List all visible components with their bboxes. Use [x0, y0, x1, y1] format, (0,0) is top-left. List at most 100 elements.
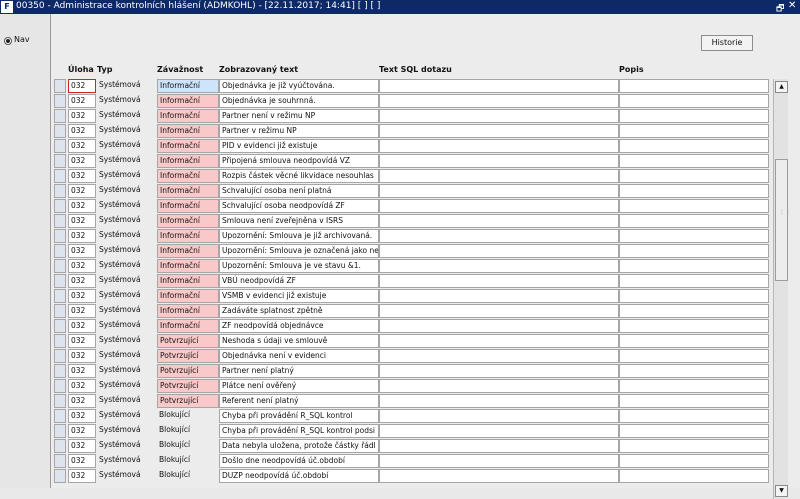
table-row[interactable]: 032 Systémová Informační Připojená smlouva … — [51, 154, 771, 168]
zavaznost-cell[interactable]: Informační — [157, 79, 219, 93]
sql-cell[interactable] — [379, 109, 619, 123]
popis-cell[interactable] — [619, 229, 769, 243]
text-cell[interactable]: VSMB v evidenci již existuje — [219, 289, 379, 303]
close-window-icon[interactable]: ✕ — [788, 0, 798, 11]
typ-cell[interactable]: Systémová — [97, 364, 157, 376]
sql-cell[interactable] — [379, 304, 619, 318]
text-cell[interactable]: Schvalující osoba není platná — [219, 184, 379, 198]
row-selector[interactable] — [54, 94, 66, 108]
uloha-cell[interactable]: 032 — [68, 94, 96, 108]
row-selector[interactable] — [54, 259, 66, 273]
sql-cell[interactable] — [379, 184, 619, 198]
text-cell[interactable]: Došlo dne neodpovídá úč.období — [219, 454, 379, 468]
uloha-cell[interactable]: 032 — [68, 244, 96, 258]
zavaznost-cell[interactable]: Potvrzující — [157, 364, 219, 378]
text-cell[interactable]: Upozornění: Smlouva je označená jako ne — [219, 244, 379, 258]
popis-cell[interactable] — [619, 469, 769, 483]
uloha-cell[interactable]: 032 — [68, 454, 96, 468]
popis-cell[interactable] — [619, 424, 769, 438]
table-row[interactable]: 032 Systémová Informační Smlouva není zveře… — [51, 214, 771, 228]
typ-cell[interactable]: Systémová — [97, 454, 157, 466]
zavaznost-cell[interactable]: Blokující — [157, 469, 217, 481]
zavaznost-cell[interactable]: Informační — [157, 154, 219, 168]
table-row[interactable]: 032 Systémová Informační Partner není v rež… — [51, 109, 771, 123]
zavaznost-cell[interactable]: Potvrzující — [157, 334, 219, 348]
typ-cell[interactable]: Systémová — [97, 94, 157, 106]
zavaznost-cell[interactable]: Blokující — [157, 454, 217, 466]
text-cell[interactable]: Upozornění: Smlouva je ve stavu &1. — [219, 259, 379, 273]
text-cell[interactable]: Upozornění: Smlouva je již archivovaná. — [219, 229, 379, 243]
row-selector[interactable] — [54, 79, 66, 93]
text-cell[interactable]: PID v evidenci již existuje — [219, 139, 379, 153]
popis-cell[interactable] — [619, 439, 769, 453]
zavaznost-cell[interactable]: Informační — [157, 214, 219, 228]
table-row[interactable]: 032 Systémová Informační Objednávka je souh… — [51, 94, 771, 108]
table-row[interactable]: 032 Systémová Informační Upozornění: Smlouv… — [51, 259, 771, 273]
table-row[interactable]: 032 Systémová Informační Partner v režimu N… — [51, 124, 771, 138]
popis-cell[interactable] — [619, 349, 769, 363]
typ-cell[interactable]: Systémová — [97, 349, 157, 361]
table-row[interactable]: 032 Systémová Informační VSMB v evidenci ji… — [51, 289, 771, 303]
zavaznost-cell[interactable]: Informační — [157, 124, 219, 138]
uloha-cell[interactable]: 032 — [68, 334, 96, 348]
uloha-cell[interactable]: 032 — [68, 424, 96, 438]
row-selector[interactable] — [54, 229, 66, 243]
text-cell[interactable]: Data nebyla uložena, protože částky řádl — [219, 439, 379, 453]
sql-cell[interactable] — [379, 454, 619, 468]
row-selector[interactable] — [54, 274, 66, 288]
typ-cell[interactable]: Systémová — [97, 334, 157, 346]
typ-cell[interactable]: Systémová — [97, 244, 157, 256]
scroll-up-icon[interactable]: ▲ — [775, 81, 788, 93]
uloha-cell[interactable]: 032 — [68, 124, 96, 138]
sql-cell[interactable] — [379, 469, 619, 483]
text-cell[interactable]: Neshoda s údaji ve smlouvě — [219, 334, 379, 348]
uloha-cell[interactable]: 032 — [68, 109, 96, 123]
sql-cell[interactable] — [379, 379, 619, 393]
table-row[interactable]: 032 Systémová Informační Upozornění: Smlouv… — [51, 229, 771, 243]
scroll-down-icon[interactable]: ▼ — [775, 485, 788, 497]
zavaznost-cell[interactable]: Blokující — [157, 439, 217, 451]
row-selector[interactable] — [54, 334, 66, 348]
sql-cell[interactable] — [379, 289, 619, 303]
row-selector[interactable] — [54, 244, 66, 258]
uloha-cell[interactable]: 032 — [68, 469, 96, 483]
table-row[interactable]: 032 Systémová Informační ZF neodpovídá obje… — [51, 319, 771, 333]
uloha-cell[interactable]: 032 — [68, 139, 96, 153]
table-row[interactable]: 032 Systémová Potvrzující Objednávka není v… — [51, 349, 771, 363]
zavaznost-cell[interactable]: Informační — [157, 274, 219, 288]
popis-cell[interactable] — [619, 214, 769, 228]
typ-cell[interactable]: Systémová — [97, 184, 157, 196]
uloha-cell[interactable]: 032 — [68, 259, 96, 273]
row-selector[interactable] — [54, 424, 66, 438]
popis-cell[interactable] — [619, 289, 769, 303]
table-row[interactable]: 032 Systémová Blokující Došlo dne neodpovíd… — [51, 454, 771, 468]
popis-cell[interactable] — [619, 334, 769, 348]
sql-cell[interactable] — [379, 424, 619, 438]
text-cell[interactable]: DUZP neodpovídá úč.období — [219, 469, 379, 483]
uloha-cell[interactable]: 032 — [68, 229, 96, 243]
row-selector[interactable] — [54, 109, 66, 123]
uloha-cell[interactable]: 032 — [68, 169, 96, 183]
text-cell[interactable]: Zadáváte splatnost zpětně — [219, 304, 379, 318]
text-cell[interactable]: Objednávka je již vyúčtována. — [219, 79, 379, 93]
sql-cell[interactable] — [379, 259, 619, 273]
popis-cell[interactable] — [619, 364, 769, 378]
uloha-cell[interactable]: 032 — [68, 319, 96, 333]
text-cell[interactable]: Partner není platný — [219, 364, 379, 378]
zavaznost-cell[interactable]: Potvrzující — [157, 349, 219, 363]
table-row[interactable]: 032 Systémová Potvrzující Referent není pla… — [51, 394, 771, 408]
typ-cell[interactable]: Systémová — [97, 319, 157, 331]
typ-cell[interactable]: Systémová — [97, 274, 157, 286]
historie-button[interactable]: Historie — [701, 35, 753, 51]
text-cell[interactable]: Chyba při provádění R_SQL kontrol podsi — [219, 424, 379, 438]
row-selector[interactable] — [54, 199, 66, 213]
text-cell[interactable]: Partner není v režimu NP — [219, 109, 379, 123]
sql-cell[interactable] — [379, 139, 619, 153]
uloha-cell[interactable]: 032 — [68, 349, 96, 363]
popis-cell[interactable] — [619, 319, 769, 333]
typ-cell[interactable]: Systémová — [97, 259, 157, 271]
sql-cell[interactable] — [379, 199, 619, 213]
row-selector[interactable] — [54, 154, 66, 168]
row-selector[interactable] — [54, 364, 66, 378]
zavaznost-cell[interactable]: Informační — [157, 289, 219, 303]
